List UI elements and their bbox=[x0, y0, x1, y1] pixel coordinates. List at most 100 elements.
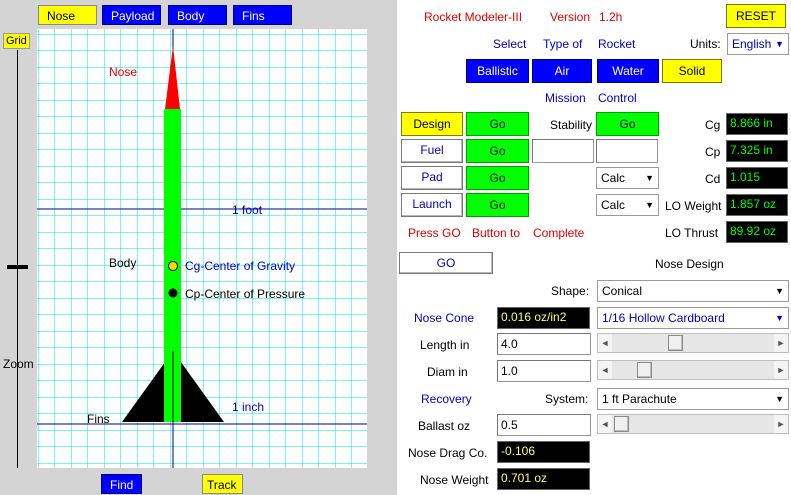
nose-weight-label: Nose Weight bbox=[420, 473, 489, 487]
chevron-down-icon: ▼ bbox=[775, 39, 784, 49]
go-button[interactable]: GO bbox=[399, 252, 493, 274]
chevron-right-icon[interactable]: ► bbox=[774, 361, 788, 379]
system-label: System: bbox=[545, 392, 589, 406]
chevron-right-icon[interactable]: ► bbox=[774, 415, 788, 433]
version-value: 1.2h bbox=[599, 10, 623, 24]
units-label: Units: bbox=[690, 37, 721, 51]
lo-weight-readout: 1.857 oz bbox=[726, 194, 788, 216]
rocket-drawing: Nose Body Fins 1 foot 1 inch Cg-Center o… bbox=[37, 29, 367, 468]
diam-slider[interactable]: ◄ ► bbox=[597, 360, 789, 380]
reset-button[interactable]: RESET bbox=[726, 4, 786, 28]
ballast-slider-thumb[interactable] bbox=[614, 416, 629, 432]
cg-readout-label: Cg bbox=[705, 118, 721, 132]
calc-select-b[interactable]: Calc ▼ bbox=[596, 194, 659, 216]
drawing-panel: Nose Payload Body Fins Grid Zoom Nose Bo… bbox=[0, 0, 397, 495]
design-go: Go bbox=[466, 112, 529, 136]
launch-go: Go bbox=[466, 193, 529, 217]
chevron-down-icon: ▼ bbox=[775, 286, 784, 296]
lo-weight-label: LO Weight bbox=[665, 199, 722, 213]
lo-thrust-readout: 89.92 oz bbox=[726, 221, 788, 243]
ballast-slider[interactable]: ◄ ► bbox=[597, 414, 789, 434]
track-button[interactable]: Track bbox=[202, 474, 243, 494]
stability-blank-left bbox=[532, 139, 594, 163]
chevron-left-icon[interactable]: ◄ bbox=[598, 334, 612, 352]
length-input[interactable]: 4.0 bbox=[497, 333, 591, 355]
solid-button[interactable]: Solid bbox=[662, 59, 722, 83]
chevron-down-icon: ▼ bbox=[645, 173, 654, 183]
length-label: Length in bbox=[420, 338, 470, 352]
units-select[interactable]: English ▼ bbox=[727, 33, 789, 55]
shape-select[interactable]: Conical ▼ bbox=[597, 280, 789, 302]
design-button[interactable]: Design bbox=[401, 112, 463, 136]
water-button[interactable]: Water bbox=[597, 59, 659, 83]
lo-thrust-label: LO Thrust bbox=[665, 226, 719, 240]
material-value: 1/16 Hollow Cardboard bbox=[602, 311, 725, 325]
button-to-text: Button to bbox=[472, 226, 521, 240]
chevron-left-icon[interactable]: ◄ bbox=[598, 415, 612, 433]
recovery-system-select[interactable]: 1 ft Parachute ▼ bbox=[597, 388, 789, 410]
inch-label: 1 inch bbox=[232, 400, 265, 414]
rocket-label: Rocket bbox=[598, 37, 636, 51]
length-slider-thumb[interactable] bbox=[668, 335, 684, 351]
tab-nose[interactable]: Nose bbox=[38, 5, 97, 25]
complete-text: Complete bbox=[533, 226, 585, 240]
ballistic-button[interactable]: Ballistic bbox=[466, 59, 529, 83]
nose-drag-label: Nose Drag Co. bbox=[408, 446, 488, 460]
foot-label: 1 foot bbox=[232, 203, 263, 217]
press-go-text: Press GO bbox=[408, 226, 461, 240]
cp-readout-label: Cp bbox=[705, 145, 721, 159]
chevron-down-icon: ▼ bbox=[775, 394, 784, 404]
nose-cone-density: 0.016 oz/in2 bbox=[497, 307, 590, 329]
zoom-label: Zoom bbox=[3, 357, 34, 371]
version-label: Version bbox=[550, 10, 591, 24]
cg-legend: Cg-Center of Gravity bbox=[185, 259, 296, 273]
cd-readout: 1.015 bbox=[726, 167, 788, 189]
mission-label: Mission bbox=[545, 91, 586, 105]
recovery-label: Recovery bbox=[421, 392, 472, 406]
fuel-button[interactable]: Fuel bbox=[401, 139, 463, 163]
fuel-go: Go bbox=[466, 139, 529, 163]
stability-label: Stability bbox=[550, 118, 593, 132]
length-slider[interactable]: ◄ ► bbox=[597, 333, 789, 353]
air-button[interactable]: Air bbox=[532, 59, 592, 83]
tab-fins[interactable]: Fins bbox=[233, 5, 292, 25]
nose-cone-label: Nose Cone bbox=[414, 311, 475, 325]
shape-label: Shape: bbox=[551, 284, 590, 298]
units-value: English bbox=[732, 37, 772, 51]
calc-b-value: Calc bbox=[601, 198, 626, 212]
shape-value: Conical bbox=[602, 284, 643, 298]
find-button[interactable]: Find bbox=[101, 474, 142, 494]
nose-drag-readout: -0.106 bbox=[497, 441, 590, 463]
diam-label: Diam in bbox=[427, 365, 468, 379]
cg-readout: 8.866 in bbox=[726, 113, 788, 135]
material-select[interactable]: 1/16 Hollow Cardboard ▼ bbox=[597, 307, 789, 329]
diam-input[interactable]: 1.0 bbox=[497, 360, 591, 382]
cd-readout-label: Cd bbox=[705, 172, 721, 186]
grid-toggle[interactable]: Grid bbox=[3, 33, 30, 49]
cp-legend: Cp-Center of Pressure bbox=[185, 287, 306, 301]
pad-button[interactable]: Pad bbox=[401, 166, 463, 190]
select-label: Select bbox=[493, 37, 527, 51]
stability-go: Go bbox=[596, 112, 659, 136]
diam-slider-thumb[interactable] bbox=[636, 362, 652, 378]
cp-readout: 7.325 in bbox=[726, 140, 788, 162]
ballast-input[interactable]: 0.5 bbox=[497, 414, 591, 436]
nose-design-title: Nose Design bbox=[655, 257, 724, 271]
cg-marker bbox=[168, 261, 178, 271]
stability-blank-right bbox=[596, 139, 658, 163]
chevron-right-icon[interactable]: ► bbox=[774, 334, 788, 352]
chevron-left-icon[interactable]: ◄ bbox=[598, 361, 612, 379]
launch-button[interactable]: Launch bbox=[401, 193, 463, 217]
chevron-down-icon: ▼ bbox=[645, 200, 654, 210]
pad-go: Go bbox=[466, 166, 529, 190]
zoom-slider-thumb[interactable] bbox=[7, 265, 28, 269]
tab-body[interactable]: Body bbox=[168, 5, 227, 25]
rocket-drawing-svg bbox=[37, 29, 367, 468]
zoom-slider-track[interactable] bbox=[17, 50, 18, 468]
calc-select-a[interactable]: Calc ▼ bbox=[596, 167, 659, 189]
tab-payload[interactable]: Payload bbox=[102, 5, 161, 25]
chevron-down-icon: ▼ bbox=[775, 313, 784, 323]
nose-label: Nose bbox=[109, 65, 138, 79]
fins-label: Fins bbox=[87, 412, 110, 426]
recovery-system-value: 1 ft Parachute bbox=[602, 392, 677, 406]
